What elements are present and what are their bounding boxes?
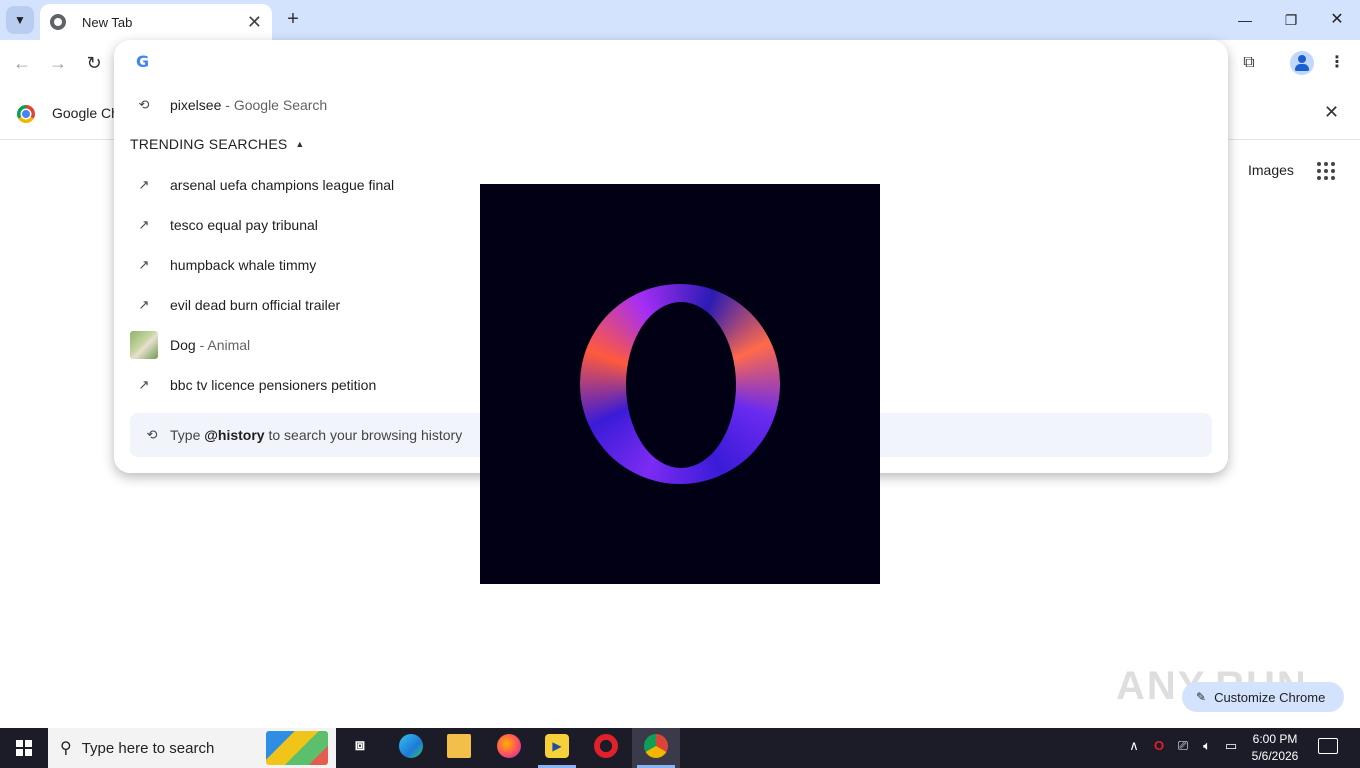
entity-name: Dog xyxy=(170,337,196,353)
tray-overflow-icon[interactable]: ∧ xyxy=(1127,738,1141,754)
search-icon: ⚲ xyxy=(60,740,72,757)
minimize-icon: — xyxy=(1238,12,1252,28)
history-icon: ⟲ xyxy=(146,427,158,442)
trending-icon: ↗ xyxy=(138,257,150,272)
chrome-taskbar-icon[interactable] xyxy=(644,734,668,758)
trending-icon: ↗ xyxy=(138,217,150,232)
suggestion-entity-dog[interactable]: Dog - Animal xyxy=(130,328,250,362)
history-icon: ⟲ xyxy=(138,97,150,112)
customize-chrome-button[interactable]: ✎ Customize Chrome xyxy=(1182,682,1344,712)
suggestion-trending[interactable]: ↗ humpback whale timmy xyxy=(130,248,317,282)
new-tab-button[interactable]: + xyxy=(282,8,304,30)
suggestion-trending[interactable]: ↗ arsenal uefa champions league final xyxy=(130,168,395,202)
tab-search-button[interactable]: ▼ xyxy=(6,6,34,34)
puzzle-icon: ⧉ xyxy=(1243,54,1255,71)
suggestion-text: bbc tv licence pensioners petition xyxy=(170,377,377,393)
entity-suffix: - Animal xyxy=(199,337,251,353)
google-g-icon: G xyxy=(136,52,150,71)
trending-icon: ↗ xyxy=(138,177,150,192)
clock-date: 5/6/2026 xyxy=(1251,749,1299,763)
suggestion-history-pixelsee[interactable]: ⟲ pixelsee - Google Search xyxy=(130,88,328,122)
trending-icon: ↗ xyxy=(138,297,150,312)
caret-up-icon: ▲ xyxy=(295,139,305,149)
dog-thumbnail xyxy=(130,331,158,359)
clock-time: 6:00 PM xyxy=(1252,732,1298,746)
input-tray-icon[interactable]: ▭ xyxy=(1222,738,1240,754)
tab-close-icon[interactable]: ✕ xyxy=(247,13,262,31)
extensions-button[interactable]: ⧉ xyxy=(1238,51,1260,75)
info-bar-close-icon[interactable]: ✕ xyxy=(1324,102,1339,123)
back-button[interactable]: ← xyxy=(11,52,33,74)
trending-icon: ↗ xyxy=(138,377,150,392)
windows-icon xyxy=(16,740,32,756)
restore-button[interactable]: ❐ xyxy=(1268,6,1314,34)
chrome-menu-button[interactable]: ⋮ xyxy=(1328,51,1346,75)
volume-icon[interactable]: 🔈︎ xyxy=(1198,738,1216,754)
restore-icon: ❐ xyxy=(1284,12,1298,28)
search-placeholder: Type here to search xyxy=(81,739,215,757)
suggestion-trending[interactable]: ↗ evil dead burn official trailer xyxy=(130,288,341,322)
chevron-down-icon: ▼ xyxy=(14,13,26,27)
suggestion-text: arsenal uefa champions league final xyxy=(170,177,395,193)
notification-icon[interactable] xyxy=(1318,738,1338,754)
suggestion-trending[interactable]: ↗ tesco equal pay tribunal xyxy=(130,208,318,242)
opera-taskbar-icon[interactable] xyxy=(594,734,618,758)
suggestion-trending[interactable]: ↗ bbc tv licence pensioners petition xyxy=(130,368,377,402)
arrow-left-icon: ← xyxy=(13,53,31,73)
minimize-button[interactable]: — xyxy=(1222,6,1268,34)
tab-title: New Tab xyxy=(82,14,133,30)
google-apps-icon[interactable] xyxy=(1317,162,1335,180)
start-button[interactable] xyxy=(0,728,48,768)
file-explorer-icon[interactable] xyxy=(447,734,471,758)
opera-splash-window xyxy=(480,184,880,584)
search-highlight-image xyxy=(266,731,328,765)
taskbar-clock[interactable]: 6:00 PM 5/6/2026 xyxy=(1246,731,1304,765)
close-icon: ✕ xyxy=(1330,11,1344,28)
chrome-logo-icon xyxy=(17,105,35,123)
suggestion-text: evil dead burn official trailer xyxy=(170,297,341,313)
profile-avatar[interactable] xyxy=(1290,51,1314,75)
media-player-icon[interactable]: ▶ xyxy=(545,734,569,758)
pencil-icon: ✎ xyxy=(1196,690,1207,704)
close-window-button[interactable]: ✕ xyxy=(1314,6,1360,34)
opera-tray-icon[interactable]: O xyxy=(1151,738,1167,753)
reload-icon: ↻ xyxy=(86,53,102,73)
history-keyword: @history xyxy=(204,427,265,443)
tab-new-tab[interactable]: New Tab ✕ xyxy=(40,4,272,40)
customize-label: Customize Chrome xyxy=(1214,689,1326,705)
task-view-icon[interactable]: ⧈ xyxy=(348,734,372,758)
reload-button[interactable]: ↻ xyxy=(83,52,105,74)
firefox-icon[interactable] xyxy=(497,734,521,758)
arrow-right-icon: → xyxy=(49,53,67,73)
network-tray-icon[interactable]: ⎚ xyxy=(1175,738,1191,754)
images-link[interactable]: Images xyxy=(1248,162,1294,178)
info-bar-text: Google Ch xyxy=(52,105,119,121)
edge-icon[interactable] xyxy=(399,734,423,758)
trending-header[interactable]: TRENDING SEARCHES ▲ xyxy=(130,136,305,152)
kebab-menu-icon: ⋮ xyxy=(1329,54,1345,71)
forward-button[interactable]: → xyxy=(47,52,69,74)
suggestion-query: pixelsee xyxy=(170,97,222,113)
chrome-tab-icon xyxy=(50,14,66,30)
suggestion-text: tesco equal pay tribunal xyxy=(170,217,318,233)
suggestion-text: humpback whale timmy xyxy=(170,257,317,273)
suggestion-suffix: - Google Search xyxy=(225,97,328,113)
